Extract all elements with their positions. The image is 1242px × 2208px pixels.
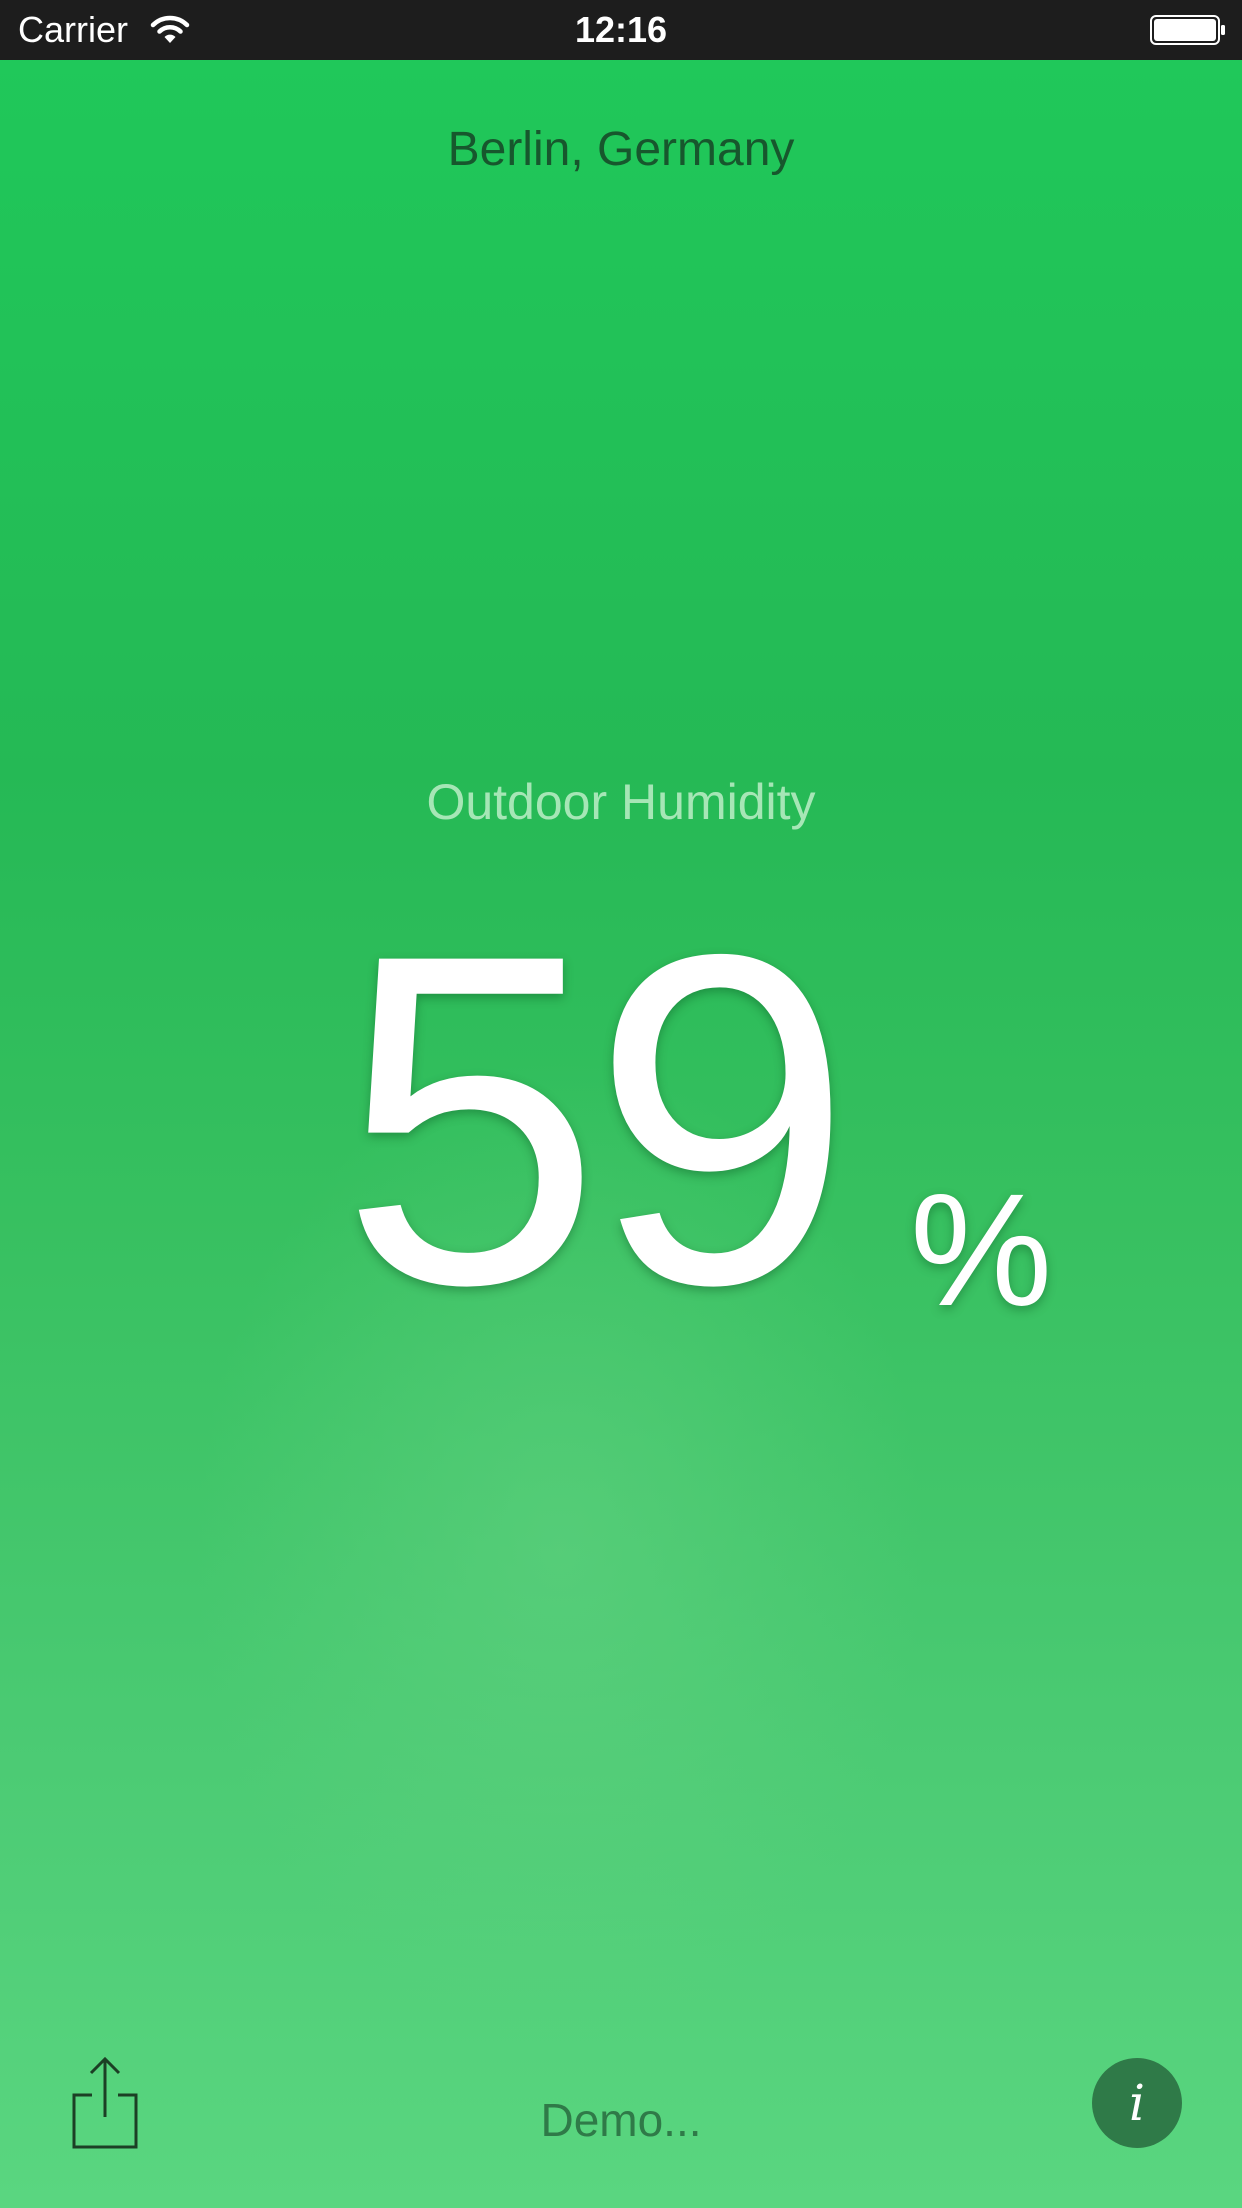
humidity-reading: 59 % <box>340 857 1052 1382</box>
status-time: 12:16 <box>574 9 668 50</box>
humidity-unit: % <box>910 1160 1053 1339</box>
humidity-value: 59 <box>340 857 853 1382</box>
battery-icon <box>1150 15 1225 45</box>
app-screen: Carrier 12:16 Berlin, Germany Outdoor Hu… <box>0 0 1242 2208</box>
info-button[interactable]: i <box>1092 2058 1182 2148</box>
location-title[interactable]: Berlin, Germany <box>0 120 1242 180</box>
status-bar: Carrier 12:16 <box>0 0 1242 60</box>
metric-label: Outdoor Humidity <box>426 774 816 830</box>
demo-status-text: Demo... <box>540 2094 702 2146</box>
